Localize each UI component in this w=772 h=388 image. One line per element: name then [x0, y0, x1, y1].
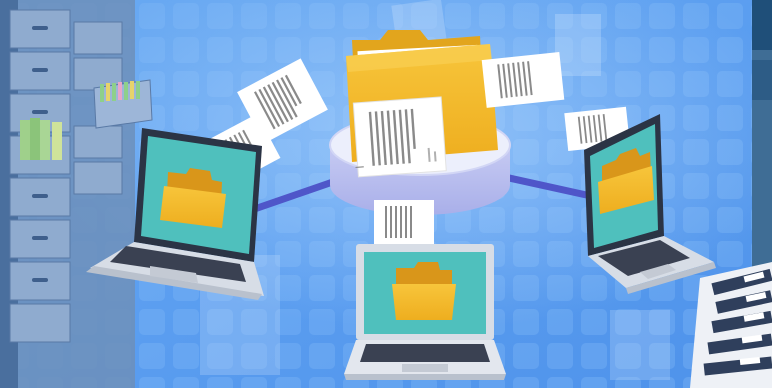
folder-icon	[392, 262, 456, 320]
binders-icon	[690, 262, 772, 388]
document-icon	[481, 51, 565, 108]
document-icon: I	[353, 96, 447, 178]
document-icon	[374, 200, 434, 244]
illustration-canvas: I	[0, 0, 772, 388]
file-sharing-illustration: I	[0, 0, 772, 388]
filing-cabinet-icon	[0, 0, 153, 388]
